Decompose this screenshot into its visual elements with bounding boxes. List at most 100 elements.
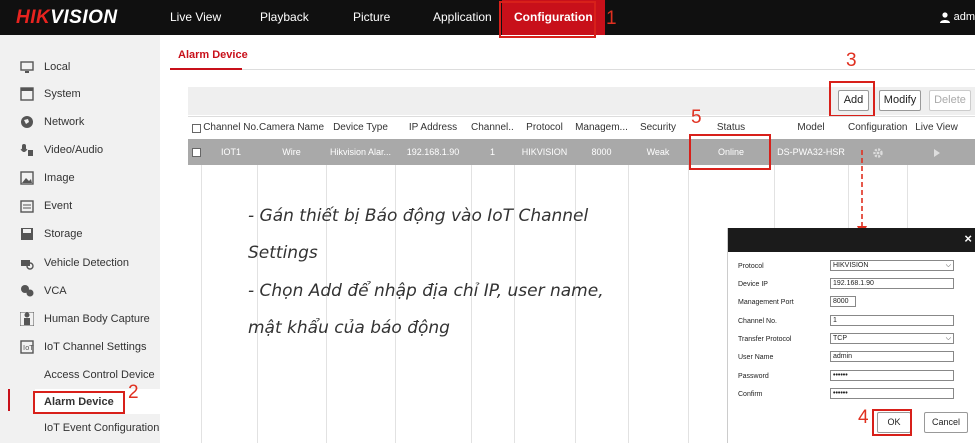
column-divider bbox=[395, 116, 396, 443]
nav-live-view[interactable]: Live View bbox=[170, 0, 221, 35]
sidebar-item-human-body-capture[interactable]: Human Body Capture bbox=[0, 305, 160, 333]
column-divider bbox=[514, 116, 515, 443]
sidebar-item-label: VCA bbox=[44, 285, 67, 297]
column-divider bbox=[575, 116, 576, 443]
device-ip-field[interactable]: 192.168.1.90 bbox=[830, 278, 954, 289]
column-header[interactable]: Model bbox=[774, 117, 848, 139]
nav-picture[interactable]: Picture bbox=[353, 0, 390, 35]
transfer-protocol-select[interactable]: TCP ⌵ bbox=[830, 333, 954, 344]
dashed-arrow bbox=[857, 150, 867, 236]
column-divider bbox=[201, 116, 202, 443]
globe-icon bbox=[21, 116, 33, 128]
tab-active-underline bbox=[170, 68, 242, 70]
sidebar-item-system[interactable]: System bbox=[0, 80, 160, 108]
cell-model: DS-PWA32-HSR bbox=[777, 147, 845, 157]
column-header[interactable]: Channel No. bbox=[202, 117, 260, 139]
sidebar-subitem-access-control-device[interactable]: Access Control Device bbox=[44, 369, 155, 381]
channel-no-field[interactable]: 1 bbox=[830, 315, 954, 326]
protocol-select[interactable]: HIKVISION ⌵ bbox=[830, 260, 954, 271]
live-view-play-icon[interactable] bbox=[907, 139, 966, 165]
highlight-add-button bbox=[829, 81, 875, 117]
column-header[interactable]: Managem... bbox=[575, 117, 628, 139]
table-header: Channel No. Camera Name Device Type IP A… bbox=[188, 116, 975, 140]
password-field[interactable]: •••••• bbox=[830, 370, 954, 381]
person-icon bbox=[20, 312, 34, 326]
sidebar-item-label: Network bbox=[44, 116, 85, 128]
sidebar-item-vca[interactable]: VCA bbox=[0, 277, 160, 305]
cell-protocol: HIKVISION bbox=[521, 147, 568, 157]
column-header[interactable]: Channel... bbox=[471, 117, 514, 139]
monitor-icon bbox=[20, 61, 34, 73]
sidebar-item-event[interactable]: Event bbox=[0, 192, 160, 220]
column-header[interactable]: Configuration bbox=[848, 117, 907, 139]
column-divider bbox=[326, 116, 327, 443]
nav-application[interactable]: Application bbox=[433, 0, 492, 35]
confirm-password-field[interactable]: •••••• bbox=[830, 388, 954, 399]
management-port-label: Management Port bbox=[738, 299, 794, 306]
user-name: adm bbox=[953, 11, 975, 23]
tab-alarm-device[interactable]: Alarm Device bbox=[178, 49, 248, 61]
column-header[interactable]: IP Address bbox=[395, 117, 471, 139]
cancel-button[interactable]: Cancel bbox=[924, 412, 968, 433]
sidebar-item-vehicle-detection[interactable]: Vehicle Detection bbox=[0, 249, 160, 277]
column-divider bbox=[628, 116, 629, 443]
row-checkbox[interactable] bbox=[192, 148, 201, 157]
note-line-1: - Gán thiết bị Báo động vào IoT Channel bbox=[248, 206, 589, 226]
cell-channel-no: IOT1 bbox=[220, 147, 241, 157]
cell-channel: 1 bbox=[489, 147, 495, 157]
column-header[interactable]: Live View bbox=[907, 117, 966, 139]
sidebar-item-label: Vehicle Detection bbox=[44, 257, 129, 269]
user-name-label: User Name bbox=[738, 354, 774, 361]
cell-ip-address: 192.168.1.90 bbox=[406, 147, 460, 157]
select-all-checkbox[interactable] bbox=[192, 124, 201, 133]
annotation-4: 4 bbox=[858, 407, 869, 428]
annotation-3: 3 bbox=[846, 50, 857, 71]
dialog-titlebar: × bbox=[728, 228, 975, 252]
column-header[interactable]: Camera Name bbox=[257, 117, 326, 139]
column-header[interactable]: Device Type bbox=[326, 117, 395, 139]
chevron-down-icon: ⌵ bbox=[945, 335, 951, 342]
car-search-icon bbox=[21, 260, 34, 270]
sidebar-item-storage[interactable]: Storage bbox=[0, 220, 160, 248]
sidebar-item-video-audio[interactable]: Video/Audio bbox=[0, 136, 160, 164]
user-menu[interactable]: adm bbox=[939, 0, 975, 35]
calendar-icon bbox=[20, 200, 34, 213]
protocol-label: Protocol bbox=[738, 263, 764, 270]
mic-icon bbox=[20, 144, 33, 156]
close-icon[interactable]: × bbox=[964, 231, 972, 246]
user-name-field[interactable]: admin bbox=[830, 351, 954, 362]
sidebar-item-label: Human Body Capture bbox=[44, 313, 150, 325]
highlight-status bbox=[689, 134, 771, 170]
cell-device-type: Hikvision Alar... bbox=[329, 147, 392, 157]
window-icon bbox=[20, 87, 34, 101]
sidebar-item-label: Video/Audio bbox=[44, 144, 104, 156]
column-header[interactable]: Protocol bbox=[514, 117, 575, 139]
channel-no-label: Channel No. bbox=[738, 318, 777, 325]
delete-button[interactable]: Delete bbox=[929, 90, 971, 111]
user-icon bbox=[939, 12, 950, 24]
management-port-field[interactable]: 8000 bbox=[830, 296, 856, 307]
sidebar-subitem-iot-event-configuration[interactable]: IoT Event Configuration bbox=[44, 422, 159, 434]
sidebar-item-iot-channel-settings[interactable]: IoT IoT Channel Settings bbox=[0, 333, 160, 361]
column-header[interactable]: Security bbox=[628, 117, 688, 139]
sidebar-item-label: Storage bbox=[44, 228, 83, 240]
annotation-2: 2 bbox=[128, 382, 139, 403]
hikvision-logo: HIKVISION bbox=[16, 7, 118, 28]
note-line-4: mật khẩu của báo động bbox=[248, 318, 450, 338]
modify-button[interactable]: Modify bbox=[879, 90, 921, 111]
sidebar-item-network[interactable]: Network bbox=[0, 108, 160, 136]
nav-playback[interactable]: Playback bbox=[260, 0, 309, 35]
highlight-configuration bbox=[499, 1, 596, 38]
note-line-2: Settings bbox=[248, 243, 318, 263]
sidebar-item-image[interactable]: Image bbox=[0, 164, 160, 192]
cell-security: Weak bbox=[646, 147, 670, 157]
highlight-alarm-device bbox=[33, 391, 125, 414]
annotation-1: 1 bbox=[606, 8, 617, 29]
sidebar-item-local[interactable]: Local bbox=[0, 53, 160, 81]
sidebar-item-label: Local bbox=[44, 61, 71, 73]
top-navigation-bar: HIKVISION Live View Playback Picture App… bbox=[0, 0, 975, 35]
sidebar-item-label: System bbox=[44, 88, 81, 100]
confirm-label: Confirm bbox=[738, 391, 763, 398]
cell-management-port: 8000 bbox=[591, 147, 612, 157]
iot-icon: IoT bbox=[20, 340, 34, 354]
